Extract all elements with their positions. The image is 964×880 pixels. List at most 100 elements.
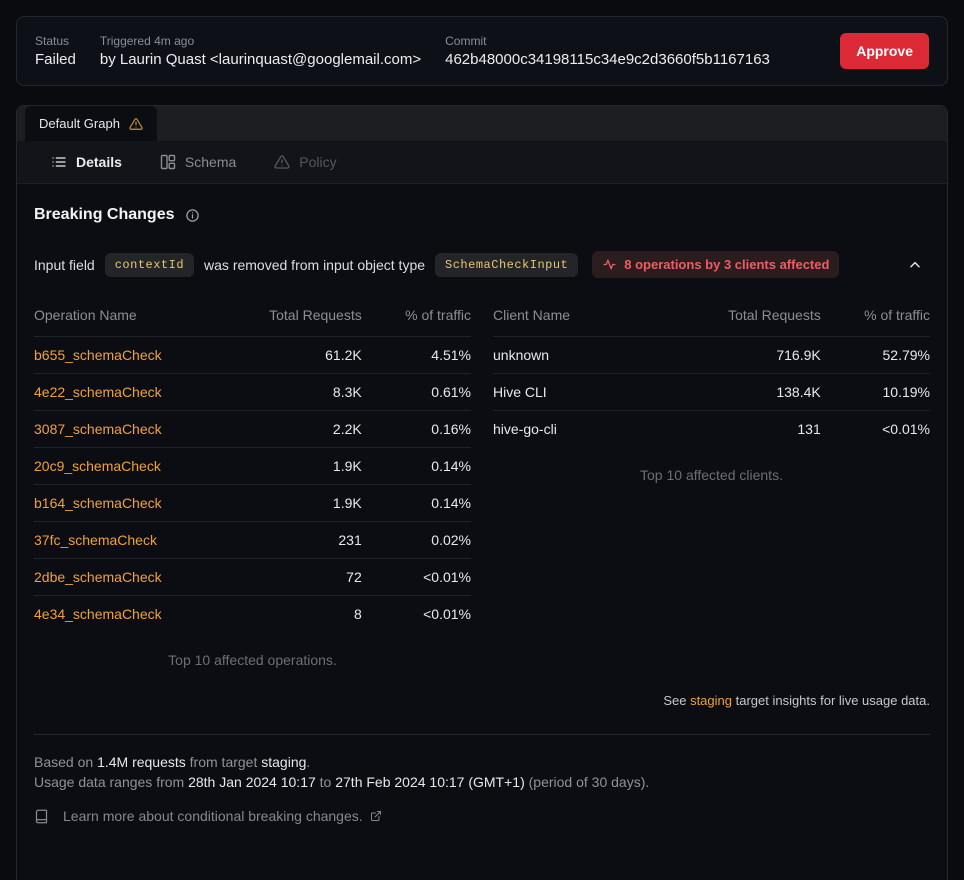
- book-icon: [34, 809, 49, 824]
- clients-table: Client Name Total Requests % of traffic …: [493, 298, 930, 447]
- usage-line-2: Usage data ranges from 28th Jan 2024 10:…: [34, 772, 930, 792]
- operation-requests: 8.3K: [226, 374, 361, 411]
- commit-group: Commit 462b48000c34198115c34e9c2d3660f5b…: [445, 34, 770, 68]
- field-code-chip: contextId: [105, 253, 194, 277]
- table-row: 4e34_schemaCheck 8 <0.01%: [34, 596, 471, 633]
- operations-col-requests: Total Requests: [226, 298, 361, 337]
- breaking-change-item: Input field contextId was removed from i…: [34, 251, 930, 278]
- operation-requests: 8: [226, 596, 361, 633]
- check-summary-header: Status Failed Triggered 4m ago by Laurin…: [16, 16, 948, 86]
- triggered-label: Triggered 4m ago: [100, 34, 421, 48]
- usage-range-start: 28th Jan 2024 10:17: [188, 774, 316, 790]
- table-row: 2dbe_schemaCheck 72 <0.01%: [34, 559, 471, 596]
- table-row: Hive CLI 138.4K 10.19%: [493, 374, 930, 411]
- operation-requests: 1.9K: [226, 448, 361, 485]
- change-middle: was removed from input object type: [204, 257, 425, 273]
- breaking-changes-title: Breaking Changes: [34, 206, 174, 224]
- learn-more-link[interactable]: Learn more about conditional breaking ch…: [63, 808, 382, 824]
- triggered-group: Triggered 4m ago by Laurin Quast <laurin…: [100, 34, 421, 68]
- operation-link[interactable]: 3087_schemaCheck: [34, 421, 162, 437]
- usage-text: Usage data ranges from: [34, 774, 188, 790]
- table-row: unknown 716.9K 52.79%: [493, 337, 930, 374]
- operations-col-name: Operation Name: [34, 298, 226, 337]
- client-name: Hive CLI: [493, 374, 685, 411]
- tab-default-graph[interactable]: Default Graph: [25, 106, 157, 141]
- affected-usage-label: 8 operations by 3 clients affected: [624, 257, 829, 272]
- operation-traffic: 0.14%: [362, 485, 471, 522]
- clients-col-traffic: % of traffic: [821, 298, 930, 337]
- pulse-icon: [602, 258, 617, 271]
- insights-note: See staging target insights for live usa…: [34, 693, 930, 708]
- table-row: b655_schemaCheck 61.2K 4.51%: [34, 337, 471, 374]
- client-traffic: <0.01%: [821, 411, 930, 448]
- approve-button[interactable]: Approve: [840, 33, 929, 69]
- client-traffic: 10.19%: [821, 374, 930, 411]
- operation-traffic: 0.14%: [362, 448, 471, 485]
- schema-columns-icon: [160, 154, 176, 170]
- tab-schema[interactable]: Schema: [160, 154, 236, 170]
- table-row: 37fc_schemaCheck 231 0.02%: [34, 522, 471, 559]
- status-label: Status: [35, 34, 76, 48]
- warning-triangle-icon: [274, 154, 290, 170]
- usage-text: (period of 30 days).: [525, 774, 650, 790]
- affected-usage-badge[interactable]: 8 operations by 3 clients affected: [592, 251, 839, 278]
- table-row: b164_schemaCheck 1.9K 0.14%: [34, 485, 471, 522]
- client-requests: 716.9K: [685, 337, 820, 374]
- tab-policy-label: Policy: [299, 154, 336, 170]
- operation-link[interactable]: b164_schemaCheck: [34, 495, 162, 511]
- type-code-chip: SchemaCheckInput: [435, 253, 578, 277]
- client-name: unknown: [493, 337, 685, 374]
- operation-traffic: 0.16%: [362, 411, 471, 448]
- client-name: hive-go-cli: [493, 411, 685, 448]
- chevron-up-icon[interactable]: [904, 254, 926, 276]
- learn-more-label: Learn more about conditional breaking ch…: [63, 808, 363, 824]
- operations-table-wrap: Operation Name Total Requests % of traff…: [34, 298, 471, 668]
- clients-table-wrap: Client Name Total Requests % of traffic …: [493, 298, 930, 668]
- usage-text: to: [316, 774, 335, 790]
- tab-details[interactable]: Details: [51, 154, 122, 170]
- operation-link[interactable]: 4e34_schemaCheck: [34, 606, 162, 622]
- insights-suffix: target insights for live usage data.: [732, 693, 930, 708]
- table-row: hive-go-cli 131 <0.01%: [493, 411, 930, 448]
- graph-tab-label: Default Graph: [39, 116, 120, 131]
- table-row: 20c9_schemaCheck 1.9K 0.14%: [34, 448, 471, 485]
- operation-traffic: 4.51%: [362, 337, 471, 374]
- operation-requests: 72: [226, 559, 361, 596]
- operation-traffic: 0.02%: [362, 522, 471, 559]
- operation-traffic: <0.01%: [362, 596, 471, 633]
- usage-request-count: 1.4M requests: [97, 754, 186, 770]
- list-icon: [51, 154, 67, 170]
- clients-col-requests: Total Requests: [685, 298, 820, 337]
- clients-col-name: Client Name: [493, 298, 685, 337]
- tab-policy[interactable]: Policy: [274, 154, 336, 170]
- table-row: 4e22_schemaCheck 8.3K 0.61%: [34, 374, 471, 411]
- usage-tables: Operation Name Total Requests % of traff…: [34, 298, 930, 668]
- table-row: 3087_schemaCheck 2.2K 0.16%: [34, 411, 471, 448]
- usage-target-name: staging: [261, 754, 306, 770]
- external-link-icon: [370, 810, 382, 822]
- operation-link[interactable]: 4e22_schemaCheck: [34, 384, 162, 400]
- clients-table-footer: Top 10 affected clients.: [493, 447, 930, 483]
- operation-link[interactable]: b655_schemaCheck: [34, 347, 162, 363]
- operation-link[interactable]: 20c9_schemaCheck: [34, 458, 161, 474]
- change-prefix: Input field: [34, 257, 95, 273]
- tab-schema-label: Schema: [185, 154, 236, 170]
- operation-traffic: <0.01%: [362, 559, 471, 596]
- footer-divider: [34, 734, 930, 735]
- operation-link[interactable]: 2dbe_schemaCheck: [34, 569, 162, 585]
- client-traffic: 52.79%: [821, 337, 930, 374]
- learn-more-row: Learn more about conditional breaking ch…: [34, 808, 930, 824]
- commit-hash: 462b48000c34198115c34e9c2d3660f5b1167163: [445, 51, 770, 68]
- info-icon[interactable]: [185, 208, 200, 223]
- breaking-changes-header: Breaking Changes: [34, 206, 930, 224]
- usage-summary: Based on 1.4M requests from target stagi…: [34, 752, 930, 792]
- operation-link[interactable]: 37fc_schemaCheck: [34, 532, 157, 548]
- staging-target-link[interactable]: staging: [690, 693, 732, 708]
- usage-text: from target: [186, 754, 261, 770]
- graph-tabstrip: Default Graph: [17, 106, 947, 141]
- operations-table: Operation Name Total Requests % of traff…: [34, 298, 471, 632]
- operation-requests: 231: [226, 522, 361, 559]
- tab-details-label: Details: [76, 154, 122, 170]
- operation-requests: 1.9K: [226, 485, 361, 522]
- usage-text: Based on: [34, 754, 97, 770]
